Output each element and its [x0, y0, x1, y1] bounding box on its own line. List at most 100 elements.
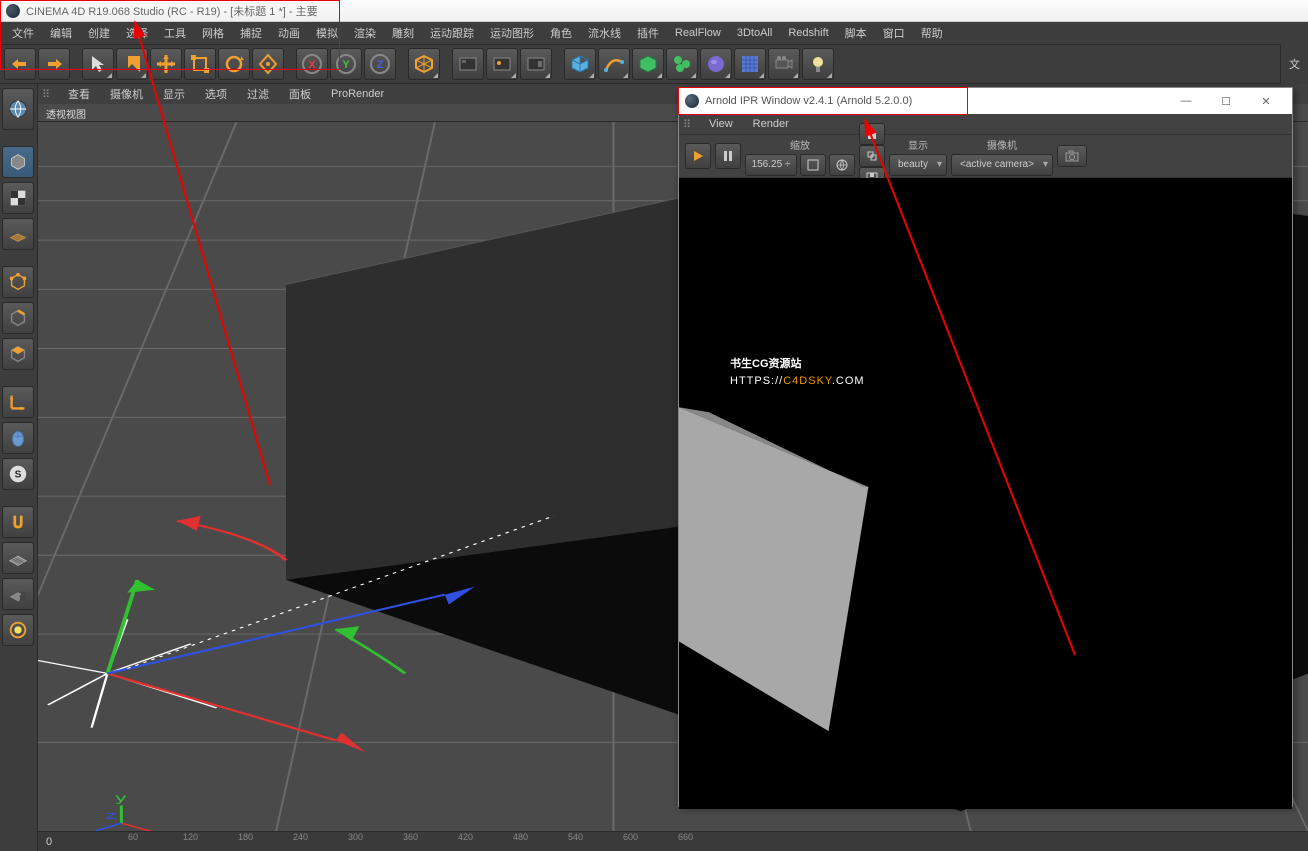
grip-icon: ⠿ — [42, 88, 52, 101]
magnet-button[interactable] — [2, 506, 34, 538]
menu-窗口[interactable]: 窗口 — [875, 23, 913, 43]
workplane-grid-button[interactable] — [2, 542, 34, 574]
generator-button[interactable] — [632, 48, 664, 80]
menu-编辑[interactable]: 编辑 — [42, 23, 80, 43]
menu-动画[interactable]: 动画 — [270, 23, 308, 43]
axis-y-button[interactable]: Y — [330, 48, 362, 80]
model-mode-button[interactable] — [2, 146, 34, 178]
edge-mode-button[interactable] — [2, 302, 34, 334]
menu-选择[interactable]: 选择 — [118, 23, 156, 43]
zoom-fit-button[interactable] — [800, 154, 826, 176]
svg-text:Z: Z — [377, 59, 384, 71]
menu-网格[interactable]: 网格 — [194, 23, 232, 43]
sphere-button[interactable] — [700, 48, 732, 80]
timeline[interactable]: 0 60120180240300360420480540600660 — [38, 831, 1308, 851]
menu-3DtoAll[interactable]: 3DtoAll — [729, 25, 780, 41]
minimize-button[interactable]: — — [1166, 90, 1206, 112]
spline-button[interactable] — [598, 48, 630, 80]
menu-创建[interactable]: 创建 — [80, 23, 118, 43]
menu-运动跟踪[interactable]: 运动跟踪 — [422, 23, 482, 43]
crop-button[interactable] — [859, 145, 885, 167]
axis-tool-button[interactable] — [2, 386, 34, 418]
play-button[interactable] — [685, 143, 711, 169]
svg-text:S: S — [15, 470, 22, 481]
main-toolbar: X Y Z — [0, 44, 1308, 84]
arnold-titlebar[interactable]: Arnold IPR Window v2.4.1 (Arnold 5.2.0.0… — [679, 88, 1292, 114]
menu-帮助[interactable]: 帮助 — [913, 23, 951, 43]
coord-system-button[interactable] — [408, 48, 440, 80]
vp-menu-查看[interactable]: 查看 — [58, 84, 100, 104]
display-select[interactable]: beauty — [889, 154, 947, 176]
undo-button[interactable] — [4, 48, 36, 80]
vp-menu-选项[interactable]: 选项 — [195, 84, 237, 104]
timeline-tickbar: 60120180240300360420480540600660 — [78, 832, 1308, 851]
zoom-value[interactable]: 156.25 ÷ — [745, 154, 797, 176]
place-tool[interactable] — [252, 48, 284, 80]
menu-角色[interactable]: 角色 — [542, 23, 580, 43]
arnold-menu-View[interactable]: View — [699, 116, 743, 132]
field-button[interactable] — [734, 48, 766, 80]
render-settings-button[interactable] — [520, 48, 552, 80]
polygon-mode-button[interactable] — [2, 338, 34, 370]
menu-捕捉[interactable]: 捕捉 — [232, 23, 270, 43]
pause-button[interactable] — [715, 143, 741, 169]
move-tool[interactable] — [150, 48, 182, 80]
close-button[interactable]: ✕ — [1246, 90, 1286, 112]
scale-tool[interactable] — [184, 48, 216, 80]
right-side-tab[interactable]: 文 — [1280, 44, 1308, 84]
svg-text:z: z — [105, 809, 116, 822]
globe-button[interactable] — [2, 88, 34, 130]
point-mode-button[interactable] — [2, 266, 34, 298]
snap-s-button[interactable]: S — [2, 458, 34, 490]
arnold-menubar: ⠿ ViewRender — [679, 114, 1292, 134]
vp-menu-摄像机[interactable]: 摄像机 — [100, 84, 153, 104]
arnold-menu-Render[interactable]: Render — [743, 116, 799, 132]
lock-button[interactable] — [2, 578, 34, 610]
vp-menu-显示[interactable]: 显示 — [153, 84, 195, 104]
window-title: CINEMA 4D R19.068 Studio (RC - R19) - [未… — [26, 3, 318, 19]
rotate-tool[interactable] — [218, 48, 250, 80]
menu-雕刻[interactable]: 雕刻 — [384, 23, 422, 43]
camera-select[interactable]: <active camera> — [951, 154, 1053, 176]
arnold-render-view[interactable] — [679, 178, 1292, 809]
maximize-button[interactable]: ☐ — [1206, 90, 1246, 112]
zoom-globe-button[interactable] — [829, 154, 855, 176]
arnold-title: Arnold IPR Window v2.4.1 (Arnold 5.2.0.0… — [705, 95, 912, 107]
menu-运动图形[interactable]: 运动图形 — [482, 23, 542, 43]
vp-menu-ProRender[interactable]: ProRender — [321, 86, 394, 102]
menu-渲染[interactable]: 渲染 — [346, 23, 384, 43]
axis-z-button[interactable]: Z — [364, 48, 396, 80]
menu-流水线[interactable]: 流水线 — [580, 23, 629, 43]
render-view-button[interactable] — [452, 48, 484, 80]
cube-primitive-button[interactable] — [564, 48, 596, 80]
arnold-icon — [685, 94, 699, 108]
titlebar: CINEMA 4D R19.068 Studio (RC - R19) - [未… — [0, 0, 1308, 22]
light-button[interactable] — [802, 48, 834, 80]
vp-menu-面板[interactable]: 面板 — [279, 84, 321, 104]
vp-menu-过滤[interactable]: 过滤 — [237, 84, 279, 104]
arnold-window[interactable]: Arnold IPR Window v2.4.1 (Arnold 5.2.0.0… — [678, 87, 1293, 807]
menu-模拟[interactable]: 模拟 — [308, 23, 346, 43]
menu-文件[interactable]: 文件 — [4, 23, 42, 43]
soft-select-button[interactable] — [2, 614, 34, 646]
left-toolbar: S — [0, 84, 38, 851]
lock-region-button[interactable] — [859, 123, 885, 145]
menu-RealFlow[interactable]: RealFlow — [667, 25, 729, 41]
menu-脚本[interactable]: 脚本 — [837, 23, 875, 43]
workplane-button[interactable] — [2, 218, 34, 250]
camera-button[interactable] — [768, 48, 800, 80]
select-tool[interactable] — [82, 48, 114, 80]
texture-mode-button[interactable] — [2, 182, 34, 214]
deformer-button[interactable] — [666, 48, 698, 80]
redo-button[interactable] — [38, 48, 70, 80]
menu-工具[interactable]: 工具 — [156, 23, 194, 43]
axis-x-button[interactable]: X — [296, 48, 328, 80]
menu-插件[interactable]: 插件 — [629, 23, 667, 43]
mouse-tool-button[interactable] — [2, 422, 34, 454]
snapshot-button[interactable] — [1057, 145, 1087, 167]
render-picture-button[interactable] — [486, 48, 518, 80]
menu-Redshift[interactable]: Redshift — [780, 25, 836, 41]
lasso-tool[interactable] — [116, 48, 148, 80]
svg-text:y: y — [115, 791, 126, 804]
svg-text:X: X — [308, 59, 316, 71]
